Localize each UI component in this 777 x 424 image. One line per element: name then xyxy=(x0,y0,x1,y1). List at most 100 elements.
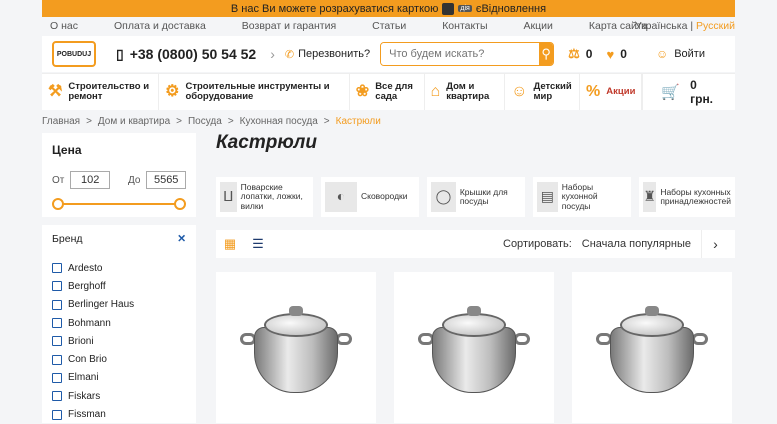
wishlist-count: 0 xyxy=(620,47,627,61)
subcategory-pans[interactable]: ◐ Сковородки xyxy=(321,177,419,217)
cart-button[interactable]: 🛒 0 грн. xyxy=(642,74,735,110)
callback-label: Перезвонить? xyxy=(298,48,371,60)
lang-ru[interactable]: Русский xyxy=(696,20,735,32)
lang-ua[interactable]: Українська xyxy=(635,20,688,32)
logo[interactable]: POBUDUJ xyxy=(52,41,96,67)
garden-icon: ❀ xyxy=(355,83,370,101)
brand-checkbox[interactable] xyxy=(52,263,62,274)
product-toolbar: ▦ ☰ Сортировать: Сначала популярные › xyxy=(216,230,735,258)
phone-icon: ▯ xyxy=(116,45,124,62)
category-tools[interactable]: ⚙ Строительные инструменты и оборудовани… xyxy=(159,74,350,110)
brand-filter: Бренд ✕ Ardesto Berghoff Berlinger Haus Boh… xyxy=(42,225,196,423)
scales-icon: ⚖ xyxy=(568,46,580,61)
product-card[interactable] xyxy=(394,272,554,423)
subcategory-label: Крышки для посуды xyxy=(459,186,508,206)
brand-label: Brioni xyxy=(68,335,94,347)
top-nav: О нас Оплата и доставка Возврат и гарант… xyxy=(42,17,735,35)
topnav-articles[interactable]: Статьи xyxy=(372,20,406,32)
brand-checkbox[interactable] xyxy=(52,372,62,383)
price-slider-min-handle[interactable] xyxy=(52,198,64,210)
pots-set-icon: ▤ xyxy=(537,182,558,212)
callback-button[interactable]: ✆ Перезвонить? xyxy=(285,48,370,61)
topnav-returns[interactable]: Возврат и гарантия xyxy=(242,20,336,32)
brand-checkbox[interactable] xyxy=(52,281,62,292)
brand-checkbox[interactable] xyxy=(52,354,62,365)
topnav-payment[interactable]: Оплата и доставка xyxy=(114,20,206,32)
price-to-input[interactable]: 5565 xyxy=(146,171,186,189)
heart-icon: ♥ xyxy=(606,46,615,62)
baby-icon: ☺ xyxy=(511,83,528,101)
brand-label: Berlinger Haus xyxy=(68,299,135,311)
category-label: Все для сада xyxy=(375,80,413,102)
search-bar: ⚲ xyxy=(380,42,555,66)
brand-option[interactable]: Berghoff xyxy=(52,277,186,295)
breadcrumb-home[interactable]: Главная xyxy=(42,116,80,127)
category-construction[interactable]: ⚒ Строительство и ремонт xyxy=(42,74,160,110)
brand-label: Con Brio xyxy=(68,354,107,366)
brand-option[interactable]: Fissman xyxy=(52,405,186,423)
breadcrumb-separator: > xyxy=(227,116,234,127)
list-view-icon[interactable]: ☰ xyxy=(244,230,272,258)
product-grid xyxy=(216,272,732,423)
compare-button[interactable]: ⚖ 0 xyxy=(568,46,592,62)
brand-option[interactable]: Elmani xyxy=(52,369,186,387)
brand-option[interactable]: Berlinger Haus xyxy=(52,296,186,314)
breadcrumb-cookware[interactable]: Кухонная посуда xyxy=(240,116,318,127)
category-kids[interactable]: ☺ Детский мир xyxy=(505,74,581,110)
user-icon: ☺ xyxy=(655,47,669,61)
product-image xyxy=(236,293,356,403)
banner-suffix: єВідновлення xyxy=(475,2,547,15)
grid-view-icon[interactable]: ▦ xyxy=(216,230,244,258)
brand-option[interactable]: Bohmann xyxy=(52,314,186,332)
breadcrumb-dishes[interactable]: Посуда xyxy=(188,116,222,127)
price-slider[interactable] xyxy=(52,197,186,211)
login-button[interactable]: ☺ Войти xyxy=(656,47,705,61)
brand-option[interactable]: Fiskars xyxy=(52,387,186,405)
chevron-right-icon[interactable]: › xyxy=(270,46,275,62)
category-garden[interactable]: ❀ Все для сада xyxy=(350,74,425,110)
chevron-right-icon[interactable]: › xyxy=(701,230,729,258)
subcategory-cookware-sets[interactable]: ▤ Наборы кухонной посуды xyxy=(533,177,631,217)
brand-label: Ardesto xyxy=(68,262,103,274)
topnav-contacts[interactable]: Контакты xyxy=(442,20,487,32)
page-title: Кастрюли xyxy=(216,132,317,153)
brand-option[interactable]: Brioni xyxy=(52,332,186,350)
subcategory-utensils[interactable]: ⵡ Поварские лопатки, ложки, вилки xyxy=(216,177,313,217)
subcategory-lids[interactable]: ◯ Крышки для посуды xyxy=(427,177,525,217)
product-card[interactable] xyxy=(216,272,376,423)
subcategory-label: Наборы кухонной посуды xyxy=(561,181,598,211)
category-home[interactable]: ⌂ Дом и квартира xyxy=(425,74,506,110)
brand-checkbox[interactable] xyxy=(52,318,62,329)
subcategory-list: ⵡ Поварские лопатки, ложки, вилки ◐ Сков… xyxy=(216,177,735,217)
handset-icon: ✆ xyxy=(284,48,295,61)
subcategory-utensil-sets[interactable]: ♜ Наборы кухонных принадлежностей xyxy=(639,177,735,217)
price-from-input[interactable]: 102 xyxy=(70,171,110,189)
breadcrumb-home-apartment[interactable]: Дом и квартира xyxy=(98,116,170,127)
brand-label: Fissman xyxy=(68,409,106,421)
subcategory-label: Поварские лопатки, ложки, вилки xyxy=(240,181,303,211)
category-promos[interactable]: % Акции xyxy=(580,74,643,110)
brand-checkbox[interactable] xyxy=(52,409,62,420)
brand-checkbox[interactable] xyxy=(52,391,62,402)
price-slider-max-handle[interactable] xyxy=(174,198,186,210)
brand-checkbox[interactable] xyxy=(52,336,62,347)
brand-option[interactable]: Ardesto xyxy=(52,259,186,277)
phone-number[interactable]: ▯ +38 (0800) 50 54 52 xyxy=(116,46,256,63)
sort-select[interactable]: Сначала популярные xyxy=(582,238,691,250)
wishlist-button[interactable]: ♥ 0 xyxy=(606,47,626,62)
brand-filter-header: Бренд ✕ xyxy=(52,233,186,245)
topnav-promos[interactable]: Акции xyxy=(524,20,553,32)
brand-option[interactable]: Con Brio xyxy=(52,350,186,368)
trident-icon xyxy=(442,2,455,15)
search-input[interactable] xyxy=(381,43,540,65)
topnav-about[interactable]: О нас xyxy=(50,20,78,32)
price-filter-title: Цена xyxy=(52,143,82,157)
product-card[interactable] xyxy=(572,272,732,423)
lang-separator: | xyxy=(690,20,694,32)
category-label: Строительство и ремонт xyxy=(68,80,150,102)
phone-text: +38 (0800) 50 54 52 xyxy=(129,46,257,62)
clear-filter-icon[interactable]: ✕ xyxy=(177,233,186,245)
brand-checkbox[interactable] xyxy=(52,299,62,310)
top-banner[interactable]: В нас Ви можете розрахуватися карткою ді… xyxy=(42,0,735,17)
search-button[interactable]: ⚲ xyxy=(539,43,554,65)
